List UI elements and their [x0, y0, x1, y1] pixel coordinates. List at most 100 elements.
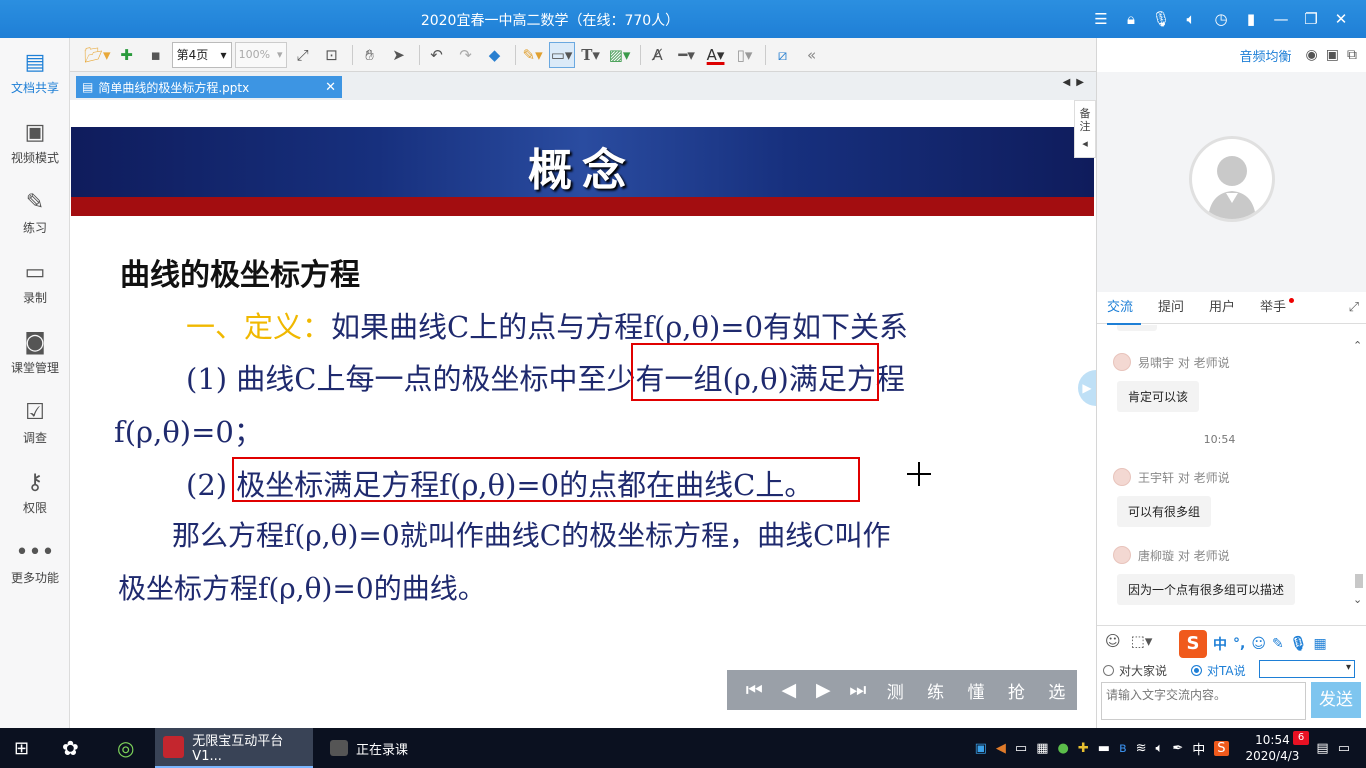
first-slide-icon[interactable]: ⏮	[737, 679, 772, 701]
handwriting-icon[interactable]: ✎	[1272, 636, 1284, 652]
notification-center-icon[interactable]: ▭	[1338, 741, 1350, 756]
redo-icon[interactable]: ↷	[453, 42, 479, 68]
signal-icon[interactable]: ▮	[1236, 9, 1266, 29]
open-folder-icon[interactable]: 📂︎▾	[84, 42, 111, 68]
pen-icon[interactable]: ✎▾	[520, 42, 546, 68]
sidebar-item-exercise[interactable]: ✎ 练习	[0, 178, 70, 248]
radio-to-all[interactable]: 对大家说	[1103, 662, 1167, 679]
send-button[interactable]: 发送	[1311, 682, 1361, 718]
ime-indicator[interactable]: 中	[1192, 739, 1205, 758]
text-tool-icon[interactable]: T▾	[578, 42, 604, 68]
sogou-icon[interactable]: S	[1179, 630, 1207, 658]
scroll-down-icon[interactable]: ⌄	[1353, 593, 1362, 606]
tab-chat[interactable]: 交流	[1107, 292, 1158, 325]
notes-tray-icon[interactable]: ▤	[1316, 741, 1328, 756]
sidebar-item-record[interactable]: ▭ 录制	[0, 248, 70, 318]
camera-icon[interactable]: ◉	[1306, 47, 1318, 63]
browser-icon[interactable]: ◎	[117, 728, 134, 768]
annotation-rectangle[interactable]	[232, 457, 860, 502]
page-select[interactable]: 第4页 ▾	[171, 41, 232, 68]
close-tab-icon[interactable]: ✕	[325, 80, 336, 95]
punctuation-icon[interactable]: °,	[1233, 636, 1245, 652]
notes-toggle[interactable]: 备注 ◂	[1074, 100, 1096, 158]
image-tool-icon[interactable]: ▨▾	[607, 42, 633, 68]
screen-mark-icon[interactable]: ⧄	[770, 42, 796, 68]
practice-button[interactable]: 练	[915, 678, 955, 703]
tray-app-icon[interactable]: ▣	[975, 741, 987, 756]
sidebar-item-survey[interactable]: ☑ 调查	[0, 388, 70, 458]
audio-balance-button[interactable]: 音频均衡	[1240, 46, 1292, 65]
fullscreen-icon[interactable]: ⤢	[290, 42, 316, 68]
menu-icon[interactable]: ☰	[1086, 9, 1116, 29]
window-icon[interactable]: ▣	[1326, 47, 1339, 63]
pen-tray-icon[interactable]: ✒	[1172, 741, 1183, 756]
tab-raise-hand[interactable]: 举手	[1260, 292, 1311, 324]
undo-icon[interactable]: ↶	[424, 42, 450, 68]
chat-input[interactable]: 请输入文字交流内容。	[1101, 682, 1306, 720]
ime-mode-label[interactable]: 中	[1213, 634, 1227, 654]
add-page-icon[interactable]: ✚	[114, 42, 140, 68]
apps-icon[interactable]: ▦	[1313, 636, 1326, 652]
sidebar-item-more[interactable]: ••• 更多功能	[0, 528, 70, 598]
play-icon[interactable]: ▶	[806, 679, 841, 701]
taskbar-app-wuxianbao[interactable]: 无限宝互动平台 V1...	[155, 728, 313, 768]
zoom-select[interactable]: 100% ▾	[234, 41, 287, 68]
understand-button[interactable]: 懂	[956, 678, 996, 703]
tab-scroll-arrows[interactable]: ◀▶	[1063, 77, 1090, 88]
emoji-icon[interactable]: ☺	[1251, 636, 1266, 652]
grab-answer-button[interactable]: 抢	[996, 678, 1036, 703]
volume-tray-icon[interactable]: ◀	[996, 741, 1006, 756]
emoji-icon[interactable]: ☺	[1105, 632, 1121, 650]
sidebar-item-class-manage[interactable]: ◙ 课堂管理	[0, 318, 70, 388]
sidebar-item-doc-share[interactable]: ▤ 文档共享	[0, 38, 70, 108]
taskbar-app-recording[interactable]: 正在录课	[322, 728, 452, 768]
chat-scrollbar[interactable]: ⌃ ⌄	[1353, 325, 1365, 625]
microphone-icon[interactable]: 🎙︎	[1146, 9, 1176, 29]
document-tab[interactable]: ▤ 简单曲线的极坐标方程.pptx ✕	[76, 76, 342, 98]
scroll-up-icon[interactable]: ⌃	[1353, 339, 1362, 352]
quiz-button[interactable]: 测	[875, 678, 915, 703]
previous-slide-icon[interactable]: ◀	[772, 679, 807, 701]
speaker-icon[interactable]: 🔈︎	[1156, 741, 1164, 756]
tray-app-icon[interactable]: ▬	[1098, 741, 1110, 756]
line-width-icon[interactable]: ━▾	[674, 42, 700, 68]
bluetooth-icon[interactable]: ʙ	[1119, 741, 1127, 756]
expand-panel-handle[interactable]: ▶	[1078, 370, 1096, 406]
tray-app-icon[interactable]: ▭	[1015, 741, 1027, 756]
page-background-icon[interactable]: ▯▾	[732, 42, 758, 68]
last-slide-icon[interactable]: ⏭	[841, 679, 876, 701]
pointer-icon[interactable]: ➤	[386, 42, 412, 68]
lock-icon[interactable]: 🔒︎	[1116, 9, 1146, 29]
voice-icon[interactable]: 🎙︎	[1290, 636, 1308, 652]
speaker-icon[interactable]: 🔈︎	[1176, 9, 1206, 29]
recipient-select[interactable]: ▾	[1259, 660, 1355, 678]
tab-users[interactable]: 用户	[1209, 292, 1260, 324]
tray-app-icon[interactable]: ▦	[1036, 741, 1048, 756]
clock[interactable]: 10:54 2020/4/3	[1246, 732, 1300, 764]
rectangle-tool-icon[interactable]: ▭▾	[548, 41, 575, 68]
screenshot-icon[interactable]: ⬚▾	[1131, 632, 1153, 650]
expand-icon[interactable]: ⤢	[1349, 300, 1359, 315]
collapse-toolbar-icon[interactable]: «	[799, 42, 825, 68]
tray-app-icon[interactable]: ●	[1058, 741, 1069, 756]
font-size-icon[interactable]: A̸	[645, 42, 671, 68]
restore-icon[interactable]: ❐	[1296, 9, 1326, 29]
eraser-icon[interactable]: ◆	[482, 42, 508, 68]
app-launcher-icon[interactable]: ✿	[62, 728, 79, 768]
sidebar-item-video-mode[interactable]: ▣ 视频模式	[0, 108, 70, 178]
tray-app-icon[interactable]: ✚	[1078, 741, 1089, 756]
sidebar-item-permission[interactable]: ⚷ 权限	[0, 458, 70, 528]
font-color-icon[interactable]: A▾	[703, 42, 729, 68]
fit-page-icon[interactable]: ⊡	[319, 42, 345, 68]
scroll-thumb[interactable]	[1355, 574, 1363, 588]
sogou-tray-icon[interactable]: S	[1214, 740, 1229, 756]
close-icon[interactable]: ✕	[1326, 9, 1356, 29]
minimize-icon[interactable]: —	[1266, 9, 1296, 29]
popout-icon[interactable]: ⧉	[1347, 47, 1357, 63]
tab-questions[interactable]: 提问	[1158, 292, 1209, 324]
clock-icon[interactable]: ◷	[1206, 9, 1236, 29]
radio-to-ta[interactable]: 对TA说	[1191, 662, 1246, 679]
annotation-rectangle[interactable]	[631, 343, 879, 401]
wifi-icon[interactable]: ≋	[1136, 741, 1147, 756]
hand-tool-icon[interactable]: ✋︎	[357, 42, 383, 68]
